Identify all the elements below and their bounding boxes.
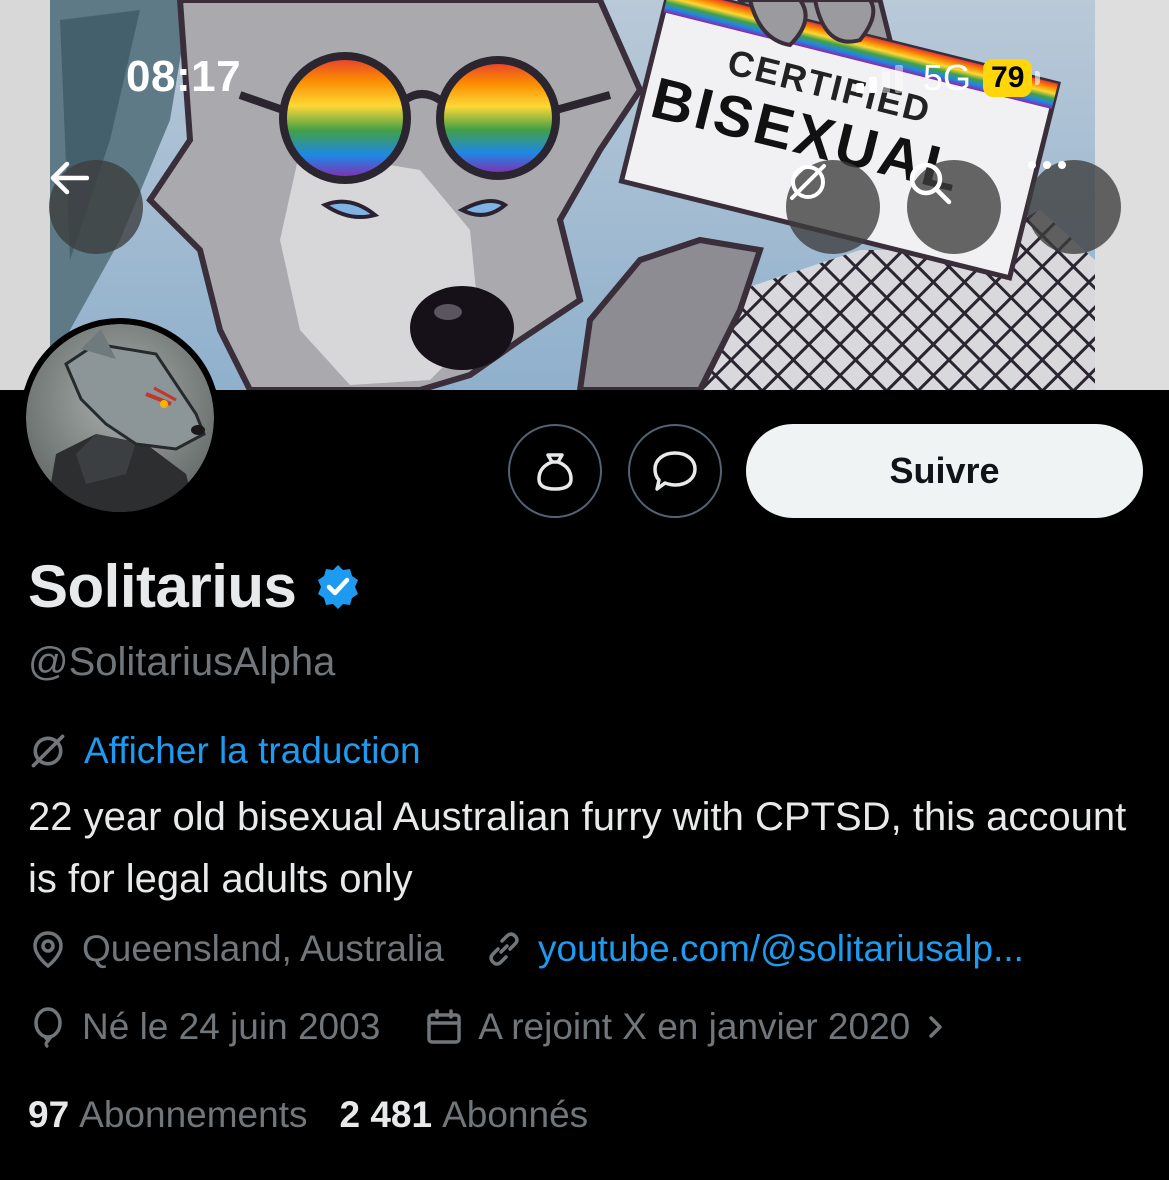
balloon-icon (34, 1007, 62, 1048)
link-icon (489, 932, 519, 966)
following-stat[interactable]: 97 Abonnements (28, 1094, 307, 1136)
back-arrow-icon (50, 161, 89, 195)
message-button[interactable] (628, 424, 722, 518)
translate-label[interactable]: Afficher la traduction (84, 730, 421, 772)
avatar-image (26, 324, 214, 512)
follow-button[interactable]: Suivre (746, 424, 1143, 518)
name-row: Solitarius (28, 552, 362, 621)
status-indicators: 5G 79 (856, 57, 1041, 98)
back-button[interactable] (49, 160, 143, 254)
status-time: 08:17 (126, 52, 242, 101)
profile-meta-row-1: Queensland, Australia youtube.com/@solit… (28, 928, 1024, 970)
following-count: 97 (28, 1094, 70, 1135)
signal-strength-icon (856, 63, 903, 93)
location-item: Queensland, Australia (28, 928, 444, 970)
follow-stats: 97 Abonnements 2 481 Abonnés (28, 1094, 620, 1136)
followers-count: 2 481 (339, 1094, 433, 1135)
profile-meta-row-2: Né le 24 juin 2003 A rejoint X en janvie… (28, 1006, 948, 1048)
profile-banner[interactable]: CERTIFIED BISEXUAL 08:17 5G 79 (0, 0, 1169, 390)
profile-bio: 22 year old bisexual Australian furry wi… (28, 795, 1127, 901)
joined-text[interactable]: A rejoint X en janvier 2020 (478, 1006, 910, 1048)
battery-tip (1035, 71, 1041, 85)
website-link[interactable]: youtube.com/@solitariusalp... (538, 928, 1024, 970)
translate-bio-link[interactable]: Afficher la traduction (28, 730, 421, 772)
chevron-right-icon (929, 1016, 942, 1038)
display-name: Solitarius (28, 553, 297, 620)
search-icon (909, 162, 952, 205)
network-type: 5G (923, 57, 972, 98)
translate-icon (790, 164, 826, 200)
following-label: Abonnements (79, 1094, 308, 1135)
followers-stat[interactable]: 2 481 Abonnés (339, 1094, 588, 1136)
search-button[interactable] (907, 160, 1001, 254)
tip-jar-icon (537, 453, 573, 491)
tip-jar-button[interactable] (508, 424, 602, 518)
joined-item[interactable]: A rejoint X en janvier 2020 (424, 1006, 948, 1048)
more-options-button[interactable] (1027, 160, 1121, 254)
calendar-icon (427, 1009, 462, 1044)
location-icon (33, 931, 63, 969)
birthday-item: Né le 24 juin 2003 (28, 1006, 380, 1048)
profile-avatar[interactable] (20, 318, 220, 518)
followers-label: Abonnés (442, 1094, 589, 1135)
website-item[interactable]: youtube.com/@solitariusalp... (484, 928, 1024, 970)
translate-icon (31, 734, 65, 768)
more-icon (1028, 161, 1066, 169)
battery-level: 79 (983, 59, 1033, 97)
user-handle: @SolitariusAlpha (28, 640, 336, 684)
birthday-text: Né le 24 juin 2003 (82, 1006, 381, 1047)
location-text: Queensland, Australia (82, 928, 445, 969)
verified-badge-icon[interactable] (314, 563, 362, 611)
translate-banner-button[interactable] (786, 160, 880, 254)
message-icon (653, 451, 697, 491)
